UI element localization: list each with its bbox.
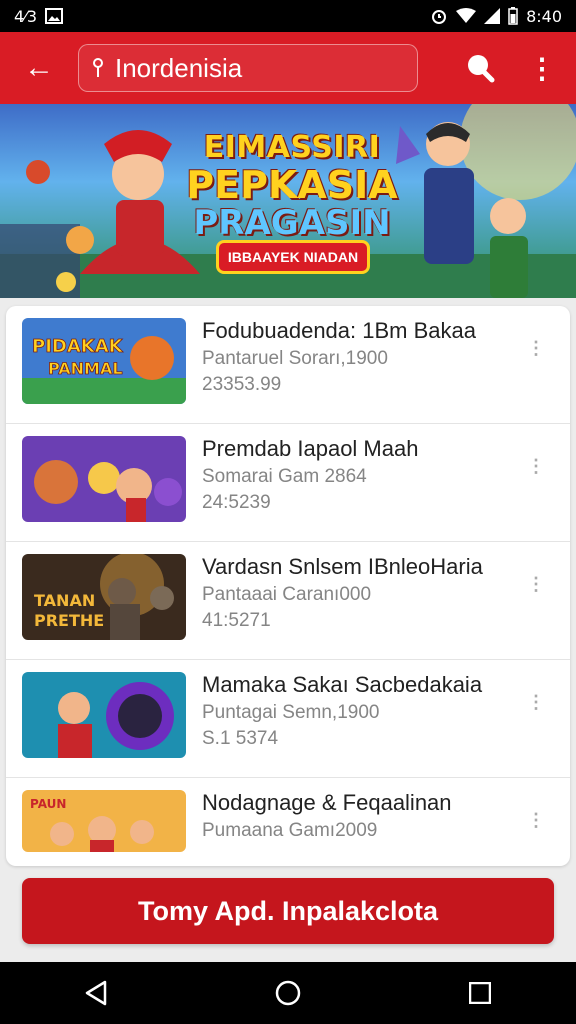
banner-ribbon: IBBAAYEK NIADAN xyxy=(216,240,370,274)
svg-text:PANMAL: PANMAL xyxy=(48,359,123,378)
list-item[interactable]: PIDAKAK PANMAL Fodubuadenda: 1Bm Bakaa Pa… xyxy=(6,306,570,424)
banner-title-line3: PRAGASIN xyxy=(193,203,391,243)
item-number: 23353.99 xyxy=(202,374,282,395)
nav-back-icon xyxy=(85,980,107,1006)
item-title: Premdab Iapaol Maah xyxy=(202,436,419,461)
item-number: 24:5239 xyxy=(202,492,271,513)
list-item[interactable]: Mamaka Sakaı Sacbedakaia Puntagai Semn,1… xyxy=(6,660,570,778)
item-thumbnail: PIDAKAK PANMAL xyxy=(22,318,186,404)
banner-title-line2: PEPKASIA xyxy=(186,163,398,207)
item-more-button[interactable]: ⋮ xyxy=(526,336,546,360)
search-input[interactable] xyxy=(115,52,395,84)
more-vert-icon: ⋮ xyxy=(528,52,556,84)
more-vert-icon: ⋮ xyxy=(527,337,545,358)
item-title: Fodubuadenda: 1Bm Bakaa xyxy=(202,318,476,343)
status-time: 8:40 xyxy=(526,6,562,26)
svg-text:PAUN: PAUN xyxy=(30,797,66,811)
back-button[interactable]: ← xyxy=(0,32,78,104)
item-subtitle: Pantaruel Sorarı,1900 xyxy=(202,348,388,369)
list-item[interactable]: Premdab Iapaol Maah Somarai Gam 2864 24:… xyxy=(6,424,570,542)
item-title: Mamaka Sakaı Sacbedakaia xyxy=(202,672,483,697)
search-button[interactable] xyxy=(458,46,502,90)
item-subtitle: Pumaana Gamı2009 xyxy=(202,820,378,841)
signal-icon xyxy=(484,8,501,24)
status-bar: 4⁄3 8:40 xyxy=(0,0,576,32)
item-subtitle: Somarai Gam 2864 xyxy=(202,466,367,487)
item-subtitle: Pantaaai Caranı000 xyxy=(202,584,372,605)
banner-title: EIMASSIRI PEPKASIA PRAGASIN xyxy=(174,130,410,243)
overflow-menu-button[interactable]: ⋮ xyxy=(524,46,560,90)
banner-title-line1: EIMASSIRI xyxy=(203,130,381,165)
list-item[interactable]: TANAN PRETHE Vardasn Snlsem IBnleoHaria P… xyxy=(6,542,570,660)
search-icon xyxy=(468,55,495,83)
item-thumbnail xyxy=(22,672,186,758)
arrow-back-icon: ← xyxy=(24,51,54,84)
search-field-icon xyxy=(93,58,103,77)
svg-text:TANAN: TANAN xyxy=(34,591,95,610)
nav-back-button[interactable] xyxy=(66,963,126,1023)
svg-text:PRETHE: PRETHE xyxy=(34,611,104,630)
search-box[interactable] xyxy=(78,44,418,92)
item-thumbnail: TANAN PRETHE xyxy=(22,554,186,640)
item-title: Vardasn Snlsem IBnleoHaria xyxy=(202,554,483,579)
more-vert-icon: ⋮ xyxy=(527,691,545,712)
system-nav-bar xyxy=(0,962,576,1024)
battery-icon xyxy=(508,7,518,25)
svg-text:PIDAKAK: PIDAKAK xyxy=(32,336,124,357)
nav-recents-icon xyxy=(469,982,491,1004)
results-list: PIDAKAK PANMAL Fodubuadenda: 1Bm Bakaa Pa… xyxy=(6,306,570,866)
more-vert-icon: ⋮ xyxy=(527,573,545,594)
promo-banner[interactable]: EIMASSIRI PEPKASIA PRAGASIN IBBAAYEK NIA… xyxy=(0,104,576,298)
wifi-icon xyxy=(456,8,477,23)
more-vert-icon: ⋮ xyxy=(527,455,545,476)
status-left-label: 4⁄3 xyxy=(14,6,38,26)
nav-home-button[interactable] xyxy=(258,963,318,1023)
item-number: S.1 5374 xyxy=(202,728,279,749)
more-vert-icon: ⋮ xyxy=(527,809,545,830)
item-more-button[interactable]: ⋮ xyxy=(526,690,546,714)
nav-home-icon xyxy=(275,980,301,1006)
item-more-button[interactable]: ⋮ xyxy=(526,454,546,478)
item-subtitle: Puntagai Semn,1900 xyxy=(202,702,380,723)
list-item[interactable]: PAUN Nodagnage & Feqaalinan Pumaana Gamı… xyxy=(6,778,570,866)
alarm-icon xyxy=(432,10,447,24)
item-title: Nodagnage & Feqaalinan xyxy=(202,790,452,815)
item-more-button[interactable]: ⋮ xyxy=(526,572,546,596)
primary-action-button[interactable]: Tomy Apd. Inpalakclota xyxy=(22,878,554,944)
gallery-icon xyxy=(45,8,64,24)
item-number: 41:5271 xyxy=(202,610,271,631)
nav-recents-button[interactable] xyxy=(450,963,510,1023)
item-more-button[interactable]: ⋮ xyxy=(526,808,546,832)
item-thumbnail: PAUN xyxy=(22,790,186,852)
item-thumbnail xyxy=(22,436,186,522)
app-bar: ← ⋮ xyxy=(0,32,576,104)
